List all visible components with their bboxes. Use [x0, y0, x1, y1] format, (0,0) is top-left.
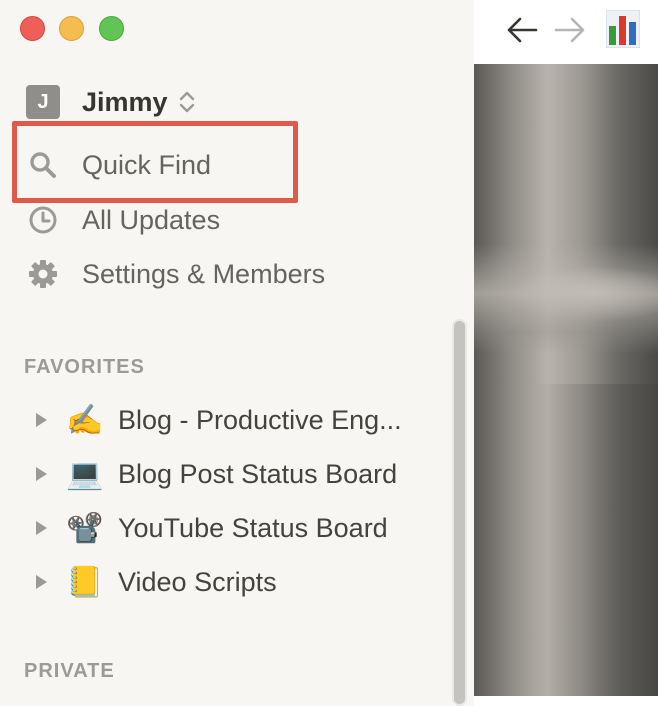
expand-arrow-icon[interactable] — [34, 466, 50, 482]
back-button[interactable] — [502, 10, 542, 50]
favorite-label: YouTube Status Board — [118, 512, 388, 543]
forward-button[interactable] — [550, 10, 590, 50]
gear-icon — [26, 257, 60, 291]
top-bar — [474, 0, 658, 60]
page-cover-image[interactable] — [474, 64, 658, 696]
zoom-window-button[interactable] — [99, 16, 124, 41]
favorite-label: Video Scripts — [118, 566, 277, 597]
favorite-item-blog-post-status[interactable]: 💻 Blog Post Status Board — [34, 453, 397, 495]
arrow-left-icon — [507, 17, 538, 43]
all-updates-label: All Updates — [82, 204, 221, 235]
workspace-avatar: J — [26, 85, 60, 119]
settings-members-label: Settings & Members — [82, 258, 326, 289]
minimize-window-button[interactable] — [59, 16, 84, 41]
laptop-icon: 💻 — [66, 457, 104, 491]
main-content — [474, 0, 658, 706]
film-projector-icon: 📽️ — [66, 511, 104, 545]
sidebar: J Jimmy Quick Find All Updates Settings … — [0, 0, 474, 706]
expand-arrow-icon[interactable] — [34, 574, 50, 590]
writing-hand-icon: ✍️ — [66, 403, 104, 437]
favorite-label: Blog - Productive Eng... — [118, 404, 402, 435]
favorite-label: Blog Post Status Board — [118, 458, 398, 489]
all-updates-item[interactable]: All Updates — [26, 200, 220, 240]
private-heading: PRIVATE — [24, 660, 115, 682]
arrow-right-icon — [554, 17, 585, 43]
favorite-item-youtube-status[interactable]: 📽️ YouTube Status Board — [34, 507, 388, 549]
close-window-button[interactable] — [20, 16, 45, 41]
chevron-updown-icon — [179, 91, 194, 113]
scrollbar-thumb[interactable] — [454, 321, 465, 704]
clock-icon — [26, 203, 60, 237]
workspace-switcher[interactable]: J Jimmy — [26, 84, 196, 120]
notebook-icon: 📒 — [66, 565, 104, 599]
favorite-item-blog-productive[interactable]: ✍️ Blog - Productive Eng... — [34, 399, 402, 441]
quick-find-highlight-box — [12, 121, 298, 203]
favorite-item-video-scripts[interactable]: 📒 Video Scripts — [34, 561, 277, 603]
workspace-name: Jimmy — [82, 86, 168, 117]
expand-arrow-icon[interactable] — [34, 520, 50, 536]
cover-shadow — [534, 384, 658, 696]
sidebar-scrollbar[interactable] — [452, 319, 467, 706]
cover-highlight — [474, 244, 658, 354]
bar-chart-icon — [606, 10, 640, 48]
favorites-heading: FAVORITES — [24, 356, 145, 378]
expand-arrow-icon[interactable] — [34, 412, 50, 428]
settings-members-item[interactable]: Settings & Members — [26, 254, 325, 294]
